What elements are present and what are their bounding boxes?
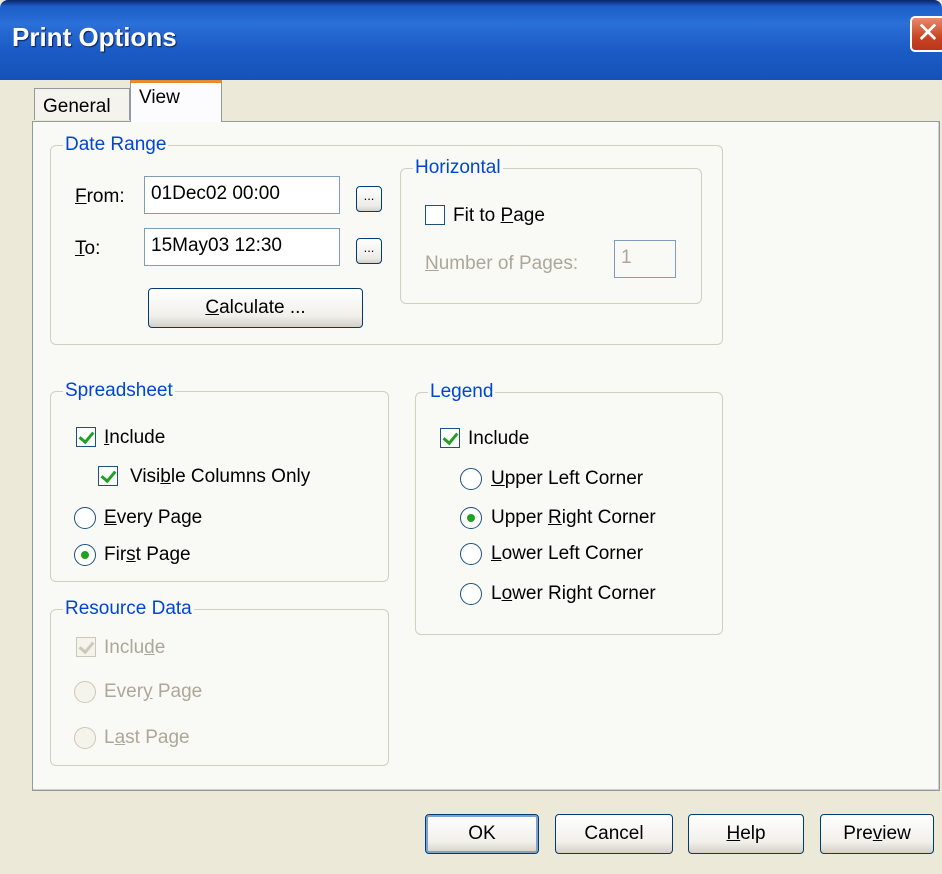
lower-right-corner-label: Lower Right Corner [491,583,656,604]
to-date-input[interactable]: 15May03 12:30 [144,228,340,266]
close-icon: ✕ [916,17,940,48]
visible-columns-only-label: Visible Columns Only [130,466,311,487]
spreadsheet-include-checkbox[interactable] [76,427,96,447]
to-date-browse-button[interactable]: ... [356,238,382,264]
upper-left-corner-radio[interactable] [460,468,482,490]
horizontal-group: Horizontal [400,157,702,304]
resource-every-page-radio[interactable] [74,681,96,703]
fit-to-page-checkbox[interactable] [425,205,445,225]
close-button[interactable]: ✕ [910,16,942,52]
lower-left-corner-radio[interactable] [460,543,482,565]
spreadsheet-every-page-label: Every Page [104,507,203,528]
resource-data-group: Resource Data [50,598,389,766]
upper-right-corner-label: Upper Right Corner [491,507,656,528]
date-range-legend: Date Range [65,134,167,155]
spreadsheet-first-page-radio[interactable] [74,544,96,566]
resource-data-legend: Resource Data [65,598,192,619]
window-title: Print Options [12,22,177,52]
lower-left-corner-label: Lower Left Corner [491,543,644,564]
preview-button[interactable]: Preview [820,814,934,854]
spreadsheet-first-page-label: First Page [104,544,191,565]
resource-include-checkbox[interactable] [76,637,96,657]
from-label: From: [75,186,125,207]
number-of-pages-input[interactable]: 1 [614,240,676,278]
title-bar: Print Options ✕ [0,0,942,80]
number-of-pages-label: Number of Pages: [425,253,579,274]
resource-include-label: Include [104,637,166,658]
spreadsheet-legend: Spreadsheet [65,380,173,401]
from-date-input[interactable]: 01Dec02 00:00 [144,176,340,214]
resource-last-page-radio[interactable] [74,727,96,749]
upper-left-corner-label: Upper Left Corner [491,468,644,489]
visible-columns-only-checkbox[interactable] [98,466,118,486]
upper-right-corner-radio[interactable] [460,507,482,529]
tab-general[interactable]: General [34,88,130,120]
legend-include-label: Include [468,428,530,449]
calculate-button[interactable]: Calculate ... [148,288,363,328]
to-label: To: [75,238,101,259]
help-button[interactable]: Help [688,814,804,854]
legend-group-legend: Legend [430,381,494,402]
horizontal-legend: Horizontal [415,157,501,178]
tab-view[interactable]: View [130,80,222,122]
from-date-browse-button[interactable]: ... [356,186,382,212]
resource-every-page-label: Every Page [104,681,203,702]
legend-include-checkbox[interactable] [440,428,460,448]
spreadsheet-include-label: Include [104,427,166,448]
ok-button[interactable]: OK [425,814,539,854]
cancel-button[interactable]: Cancel [555,814,673,854]
lower-right-corner-radio[interactable] [460,583,482,605]
fit-to-page-label: Fit to Page [453,205,545,226]
spreadsheet-every-page-radio[interactable] [74,507,96,529]
resource-last-page-label: Last Page [104,727,190,748]
